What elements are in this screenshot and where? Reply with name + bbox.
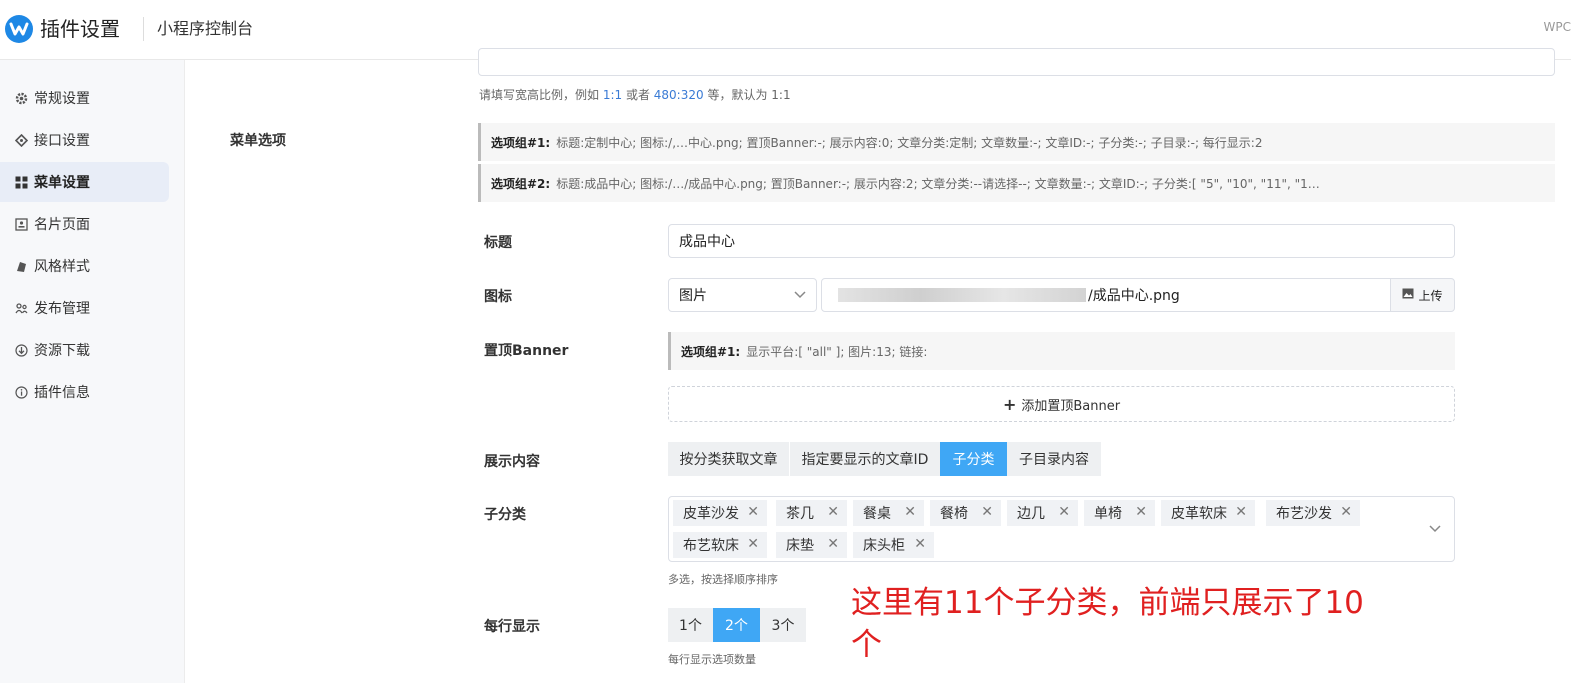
tag-remove-icon[interactable]: ✕ bbox=[981, 504, 993, 520]
option-group-summary: 标题:成品中心; 图标:/…/成品中心.png; 置顶Banner:-; 展示内… bbox=[556, 176, 1320, 191]
app-logo-icon bbox=[5, 15, 33, 43]
sidebar-item-label: 常规设置 bbox=[34, 91, 90, 107]
menu-options-label: 菜单选项 bbox=[230, 133, 286, 149]
subcategory-tag: 皮革软床 ✕ bbox=[1161, 500, 1255, 526]
subcategory-tag: 茶几 ✕ bbox=[776, 500, 847, 526]
card-icon bbox=[15, 217, 28, 231]
sidebar-item-label: 名片页面 bbox=[34, 217, 90, 233]
console-link[interactable]: 小程序控制台 bbox=[157, 18, 253, 40]
banner-label: 置顶Banner bbox=[484, 343, 569, 359]
sidebar-item-label: 发布管理 bbox=[34, 301, 90, 317]
header-right-text: WPC bbox=[1543, 20, 1571, 34]
subcategory-tag: 餐椅 ✕ bbox=[930, 500, 1001, 526]
icon-type-select[interactable]: 图片 bbox=[668, 278, 817, 312]
icon-path-value: /成品中心.png bbox=[1088, 288, 1180, 304]
subcategory-tag: 床头柜 ✕ bbox=[853, 532, 934, 558]
per-row-option-3[interactable]: 3个 bbox=[760, 608, 806, 642]
ratio-input[interactable] bbox=[478, 48, 1555, 76]
icon-path-input[interactable]: /成品中心.png bbox=[821, 278, 1392, 312]
display-option-subcategory[interactable]: 子分类 bbox=[940, 442, 1007, 476]
palette-icon bbox=[15, 260, 28, 273]
upload-label: 上传 bbox=[1418, 288, 1443, 303]
add-banner-button[interactable]: + 添加置顶Banner bbox=[668, 386, 1455, 422]
redacted-path-blur bbox=[838, 288, 1086, 302]
add-banner-label: 添加置顶Banner bbox=[1021, 398, 1121, 414]
sidebar-item-api[interactable]: 接口设置 bbox=[0, 120, 169, 160]
subcategory-tag: 单椅 ✕ bbox=[1084, 500, 1155, 526]
per-row-option-2[interactable]: 2个 bbox=[713, 608, 760, 642]
subcategory-label: 子分类 bbox=[484, 507, 526, 523]
chevron-down-icon bbox=[794, 287, 806, 303]
ratio-hint: 请填写宽高比例，例如 1:1 或者 480:320 等，默认为 1:1 bbox=[479, 88, 791, 102]
sidebar-item-general[interactable]: 常规设置 bbox=[0, 78, 169, 118]
display-option-by-id[interactable]: 指定要显示的文章ID bbox=[790, 442, 940, 476]
sidebar-item-card[interactable]: 名片页面 bbox=[0, 204, 169, 244]
sidebar-item-label: 菜单设置 bbox=[34, 175, 90, 191]
main-content: 请填写宽高比例，例如 1:1 或者 480:320 等，默认为 1:1 菜单选项… bbox=[185, 48, 1571, 683]
upload-button[interactable]: 上传 bbox=[1390, 278, 1455, 312]
title-divider bbox=[143, 17, 144, 41]
download-icon bbox=[15, 343, 28, 357]
tag-remove-icon[interactable]: ✕ bbox=[1340, 504, 1352, 520]
users-icon bbox=[15, 302, 28, 315]
sidebar-item-info[interactable]: 插件信息 bbox=[0, 372, 169, 412]
tag-remove-icon[interactable]: ✕ bbox=[1135, 504, 1147, 520]
info-icon bbox=[15, 385, 28, 399]
sidebar: 常规设置 接口设置 菜单设置 名片页面 风格样式 发布管理 资源下载 插件信息 bbox=[0, 60, 185, 683]
option-group-name: 选项组#1: bbox=[491, 135, 551, 150]
subcategory-tag: 床垫 ✕ bbox=[776, 532, 847, 558]
subcategory-tag: 餐桌 ✕ bbox=[853, 500, 924, 526]
display-option-subdirectory[interactable]: 子目录内容 bbox=[1007, 442, 1101, 476]
chevron-down-icon[interactable] bbox=[1429, 522, 1441, 537]
sidebar-item-style[interactable]: 风格样式 bbox=[0, 246, 169, 286]
sidebar-item-menu[interactable]: 菜单设置 bbox=[0, 162, 169, 202]
tag-remove-icon[interactable]: ✕ bbox=[1235, 504, 1247, 520]
api-icon bbox=[15, 133, 28, 147]
per-row-option-1[interactable]: 1个 bbox=[668, 608, 713, 642]
display-option-by-category[interactable]: 按分类获取文章 bbox=[668, 442, 789, 476]
tag-remove-icon[interactable]: ✕ bbox=[747, 536, 759, 552]
banner-group-summary: 显示平台:[ "all" ]; 图片:13; 链接: bbox=[746, 344, 928, 359]
annotation-text-line1: 这里有11个子分类，前端只展示了10 bbox=[851, 585, 1364, 621]
tag-remove-icon[interactable]: ✕ bbox=[747, 504, 759, 520]
subcategory-hint: 多选，按选择顺序排序 bbox=[668, 573, 778, 586]
sidebar-item-label: 风格样式 bbox=[34, 259, 90, 275]
tag-remove-icon[interactable]: ✕ bbox=[904, 504, 916, 520]
icon-type-value: 图片 bbox=[679, 288, 707, 304]
app-title: 插件设置 bbox=[40, 17, 120, 41]
image-icon bbox=[1402, 288, 1414, 302]
icon-label: 图标 bbox=[484, 289, 512, 305]
tag-remove-icon[interactable]: ✕ bbox=[914, 536, 926, 552]
option-group-row[interactable]: 选项组#1: 标题:定制中心; 图标:/,…中心.png; 置顶Banner:-;… bbox=[478, 123, 1555, 161]
subcategory-tag: 边几 ✕ bbox=[1007, 500, 1078, 526]
sidebar-item-publish[interactable]: 发布管理 bbox=[0, 288, 169, 328]
tag-remove-icon[interactable]: ✕ bbox=[1058, 504, 1070, 520]
sidebar-item-label: 资源下载 bbox=[34, 343, 90, 359]
subcategory-tag: 皮革沙发 ✕ bbox=[673, 500, 767, 526]
per-row-label: 每行显示 bbox=[484, 619, 540, 635]
subcategory-tag: 布艺沙发 ✕ bbox=[1266, 500, 1360, 526]
sidebar-item-download[interactable]: 资源下载 bbox=[0, 330, 169, 370]
plus-icon: + bbox=[1002, 394, 1017, 414]
option-group-name: 选项组#2: bbox=[491, 176, 551, 191]
annotation-text-line2: 个 bbox=[851, 627, 882, 663]
display-label: 展示内容 bbox=[484, 454, 540, 470]
sidebar-item-label: 接口设置 bbox=[34, 133, 90, 149]
grid-icon bbox=[15, 176, 28, 189]
tag-remove-icon[interactable]: ✕ bbox=[827, 536, 839, 552]
per-row-hint: 每行显示选项数量 bbox=[668, 653, 756, 666]
tag-remove-icon[interactable]: ✕ bbox=[827, 504, 839, 520]
option-group-row[interactable]: 选项组#2: 标题:成品中心; 图标:/…/成品中心.png; 置顶Banner:… bbox=[478, 164, 1555, 202]
sidebar-item-label: 插件信息 bbox=[34, 385, 90, 401]
banner-group-name: 选项组#1: bbox=[681, 344, 741, 359]
banner-group-row[interactable]: 选项组#1: 显示平台:[ "all" ]; 图片:13; 链接: bbox=[668, 332, 1455, 370]
subcategory-tag: 布艺软床 ✕ bbox=[673, 532, 767, 558]
title-label: 标题 bbox=[484, 235, 512, 251]
gear-icon bbox=[15, 92, 28, 105]
title-input[interactable]: 成品中心 bbox=[668, 224, 1455, 258]
option-group-summary: 标题:定制中心; 图标:/,…中心.png; 置顶Banner:-; 展示内容:… bbox=[556, 135, 1263, 150]
